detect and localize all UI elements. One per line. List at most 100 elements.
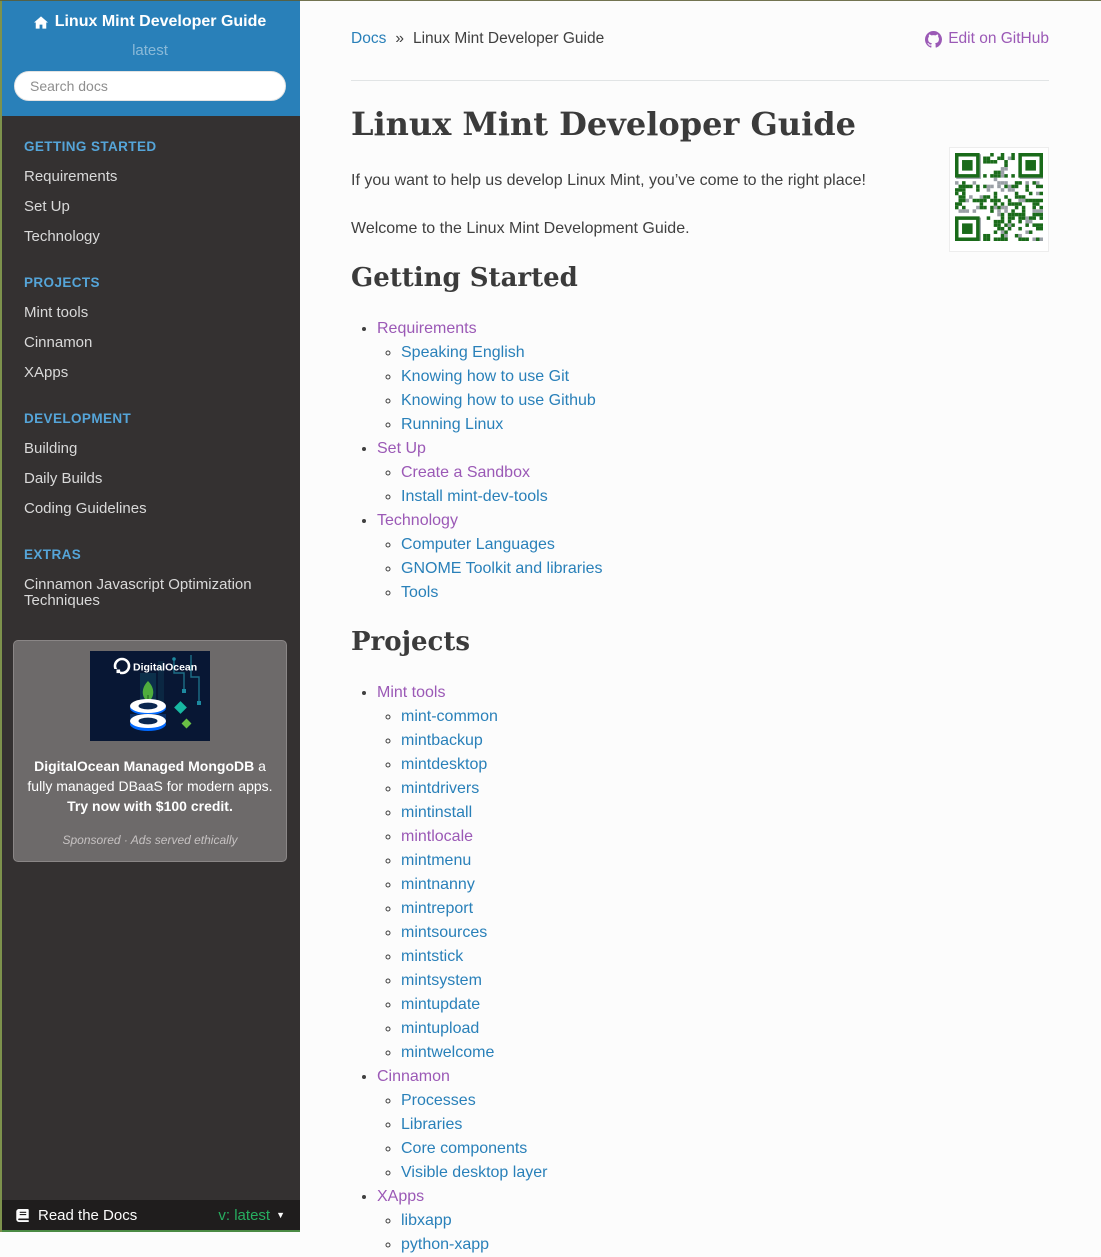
toc-sublist: Speaking English Knowing how to use Git Kn… <box>377 341 1049 437</box>
project-home-link[interactable]: Linux Mint Developer Guide <box>33 13 267 31</box>
sidebar-header: Linux Mint Developer Guide latest <box>0 0 300 116</box>
toc-link[interactable]: Set Up <box>377 440 426 457</box>
ad-copy[interactable]: DigitalOcean Managed MongoDB a fully man… <box>26 756 274 816</box>
toc-link[interactable]: mintbackup <box>401 732 483 749</box>
toc-item: XApps libxapp python-xapp <box>377 1185 1049 1257</box>
sidebar-item-link[interactable]: Daily Builds <box>0 464 300 494</box>
sidebar-section-caption: GETTING STARTED <box>24 138 157 154</box>
sidebar-item: Cinnamon Javascript Optimization Techniq… <box>0 570 300 616</box>
toc-link[interactable]: mintsystem <box>401 972 482 989</box>
readthedocs-text: Read the Docs <box>38 1206 138 1224</box>
version-text: latest <box>132 41 168 59</box>
toc-sublist: mint-common mintbackup mintdesktop mintdriv… <box>377 705 1049 1065</box>
toc-item: Speaking English <box>401 341 1049 365</box>
sidebar-item: Coding Guidelines <box>0 494 300 524</box>
toc-link[interactable]: mintmenu <box>401 852 471 869</box>
main-content: Docs » Linux Mint Developer Guide Edit on … <box>300 0 1101 1257</box>
toc-link[interactable]: Install mint-dev-tools <box>401 488 548 505</box>
sidebar-list: Cinnamon Javascript Optimization Techniq… <box>0 570 300 616</box>
toc-item: Create a Sandbox <box>401 461 1049 485</box>
toc-link[interactable]: Computer Languages <box>401 536 555 553</box>
toc-link[interactable]: mintreport <box>401 900 473 917</box>
sidebar-item: Requirements <box>0 162 300 192</box>
ad-image[interactable]: DigitalOcean <box>90 650 210 741</box>
toc-item: GNOME Toolkit and libraries <box>401 557 1049 581</box>
toc-link[interactable]: Running Linux <box>401 416 503 433</box>
toc-item: Mint tools mint-common mintbackup mintdeskt… <box>377 681 1049 1065</box>
toc-link[interactable]: mintstick <box>401 948 463 965</box>
toc-link[interactable]: Requirements <box>377 320 477 337</box>
toc-item: mintreport <box>401 897 1049 921</box>
toc-link[interactable]: Libraries <box>401 1116 462 1133</box>
readthedocs-flyout[interactable]: Read the Docs v: latest ▼ <box>0 1200 300 1232</box>
toc-link[interactable]: Mint tools <box>377 684 445 701</box>
sidebar-item-link[interactable]: Building <box>0 434 300 464</box>
readthedocs-label: Read the Docs <box>15 1207 137 1224</box>
project-title: Linux Mint Developer Guide <box>54 13 267 30</box>
toc-link[interactable]: mintupdate <box>401 996 480 1013</box>
toc-list-projects: Mint tools mint-common mintbackup mintdeskt… <box>351 681 1049 1257</box>
sidebar-item-link[interactable]: Mint tools <box>0 298 300 328</box>
toc-link[interactable]: mintdesktop <box>401 756 487 773</box>
sidebar-section-caption: EXTRAS <box>24 546 82 562</box>
toc-link[interactable]: mintwelcome <box>401 1044 494 1061</box>
sidebar-item-link[interactable]: Set Up <box>0 192 300 222</box>
toc-item: Technology Computer Languages GNOME Toolki… <box>377 509 1049 605</box>
sidebar-item: Daily Builds <box>0 464 300 494</box>
breadcrumb: Docs » Linux Mint Developer Guide <box>351 28 604 50</box>
ad-cta[interactable]: Try now with $100 credit. <box>67 798 233 814</box>
sidebar-item-link[interactable]: Technology <box>0 222 300 252</box>
toc-item: mintupdate <box>401 993 1049 1017</box>
sidebar-section-caption: DEVELOPMENT <box>24 410 132 426</box>
search-input[interactable] <box>14 70 286 101</box>
version-switcher[interactable]: v: latest ▼ <box>218 1207 285 1224</box>
toc-link[interactable]: mintnanny <box>401 876 475 893</box>
toc-link[interactable]: mintinstall <box>401 804 472 821</box>
breadcrumb-separator: » <box>395 30 404 47</box>
toc-link[interactable]: Processes <box>401 1092 476 1109</box>
toc-item: Visible desktop layer <box>401 1161 1049 1185</box>
sidebar-item-link[interactable]: Requirements <box>0 162 300 192</box>
edit-on-github-link[interactable]: Edit on GitHub <box>925 28 1049 50</box>
toc-link[interactable]: Core components <box>401 1140 527 1157</box>
toc-link[interactable]: mintdrivers <box>401 780 479 797</box>
toc-link[interactable]: mintsources <box>401 924 487 941</box>
toc-link[interactable]: Create a Sandbox <box>401 464 530 481</box>
toc-item: mintstick <box>401 945 1049 969</box>
toc-link[interactable]: Knowing how to use Git <box>401 368 569 385</box>
sidebar-nav: GETTING STARTED Requirements Set Up Technol… <box>0 138 300 616</box>
toc-item: Core components <box>401 1137 1049 1161</box>
sidebar-item: Set Up <box>0 192 300 222</box>
section-heading-projects: Projects <box>351 627 471 657</box>
toc-link[interactable]: Technology <box>377 512 458 529</box>
sidebar-item-link[interactable]: Coding Guidelines <box>0 494 300 524</box>
home-icon <box>33 15 48 29</box>
toc-link[interactable]: Visible desktop layer <box>401 1164 547 1181</box>
toc-link[interactable]: XApps <box>377 1188 424 1205</box>
breadcrumb-docs-link[interactable]: Docs <box>351 30 386 47</box>
sidebar-item: Cinnamon <box>0 328 300 358</box>
sidebar-item-link[interactable]: Cinnamon <box>0 328 300 358</box>
toc-link[interactable]: mintupload <box>401 1020 479 1037</box>
toc-item: Cinnamon Processes Libraries Core component… <box>377 1065 1049 1185</box>
toc-link[interactable]: mintlocale <box>401 828 473 845</box>
toc-item: mintsources <box>401 921 1049 945</box>
toc-link[interactable]: Speaking English <box>401 344 525 361</box>
breadcrumb-current: Linux Mint Developer Guide <box>412 30 605 47</box>
ad-headline[interactable]: DigitalOcean Managed MongoDB <box>34 758 254 774</box>
toc-link[interactable]: GNOME Toolkit and libraries <box>401 560 603 577</box>
intro-paragraph: If you want to help us develop Linux Min… <box>351 172 866 189</box>
toc-item: mintnanny <box>401 873 1049 897</box>
sidebar-section-caption: PROJECTS <box>24 274 100 290</box>
toc-link[interactable]: Cinnamon <box>377 1068 450 1085</box>
page-title: Linux Mint Developer Guide <box>351 105 856 143</box>
toc-link[interactable]: Tools <box>401 584 438 601</box>
sidebar-ad[interactable]: DigitalOcean DigitalOcean Managed MongoD… <box>13 639 287 862</box>
toc-link[interactable]: python-xapp <box>401 1236 489 1253</box>
sidebar-item: Mint tools <box>0 298 300 328</box>
toc-link[interactable]: mint-common <box>401 708 498 725</box>
toc-link[interactable]: libxapp <box>401 1212 452 1229</box>
toc-link[interactable]: Knowing how to use Github <box>401 392 596 409</box>
sidebar-item-link[interactable]: XApps <box>0 358 300 388</box>
sidebar-item-link[interactable]: Cinnamon Javascript Optimization Techniq… <box>0 570 300 616</box>
